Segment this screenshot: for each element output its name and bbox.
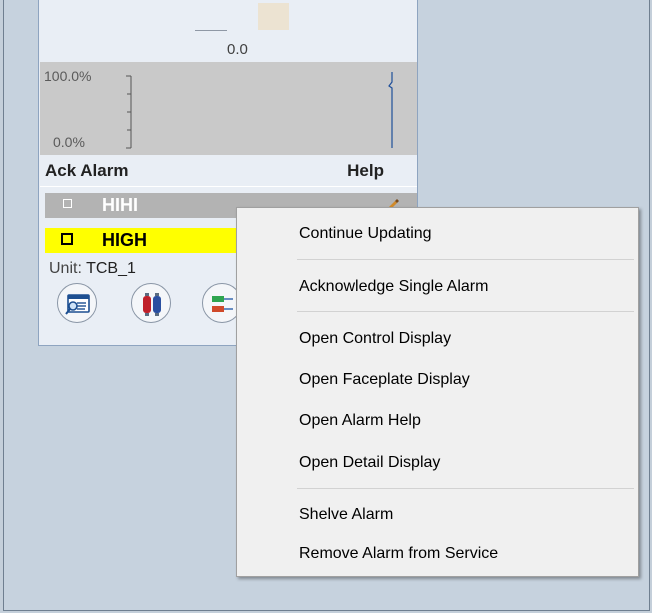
trend-min-label: 0.0% (53, 134, 85, 150)
ack-checkbox[interactable] (63, 199, 72, 208)
detail-display-icon (65, 294, 90, 315)
trend-area: 100.0% 0.0% (40, 62, 417, 155)
faceplate-display-icon (143, 293, 161, 316)
unit-value: TCB_1 (86, 260, 136, 277)
faceplate-display-button[interactable] (131, 283, 171, 323)
menu-separator (297, 311, 634, 312)
menu-separator (297, 259, 634, 260)
alarm-label: HIGH (102, 230, 147, 250)
menu-item-continue-updating[interactable]: Continue Updating (239, 219, 636, 249)
pv-bar-baseline (195, 30, 227, 31)
menu-item-open-alarm-help[interactable]: Open Alarm Help (239, 406, 636, 436)
detail-display-button[interactable] (57, 283, 97, 323)
trend-line (388, 72, 393, 148)
trend-max-label: 100.0% (44, 68, 92, 84)
help-header: Help (347, 161, 384, 180)
menu-item-open-faceplate-display[interactable]: Open Faceplate Display (239, 365, 636, 395)
desktop-background: 0.0 100.0% 0.0% Ack Alarm Help HIHI HIGH… (3, 0, 650, 611)
context-menu: Continue Updating Acknowledge Single Ala… (236, 207, 639, 577)
menu-item-acknowledge-single-alarm[interactable]: Acknowledge Single Alarm (239, 272, 636, 302)
ack-checkbox[interactable] (61, 233, 73, 245)
menu-item-remove-alarm-from-service[interactable]: Remove Alarm from Service (239, 539, 636, 569)
trend-scale (126, 72, 393, 149)
menu-item-open-detail-display[interactable]: Open Detail Display (239, 448, 636, 478)
menu-separator (297, 488, 634, 489)
alarm-label: HIHI (102, 195, 138, 215)
unit-label: Unit: TCB_1 (49, 260, 136, 277)
alarm-header-row: Ack Alarm Help (40, 156, 417, 187)
menu-item-shelve-alarm[interactable]: Shelve Alarm (239, 500, 636, 530)
menu-item-open-control-display[interactable]: Open Control Display (239, 324, 636, 354)
pv-value: 0.0 (227, 41, 248, 58)
ack-alarm-header: Ack Alarm (45, 161, 129, 180)
pv-bar (258, 3, 289, 30)
